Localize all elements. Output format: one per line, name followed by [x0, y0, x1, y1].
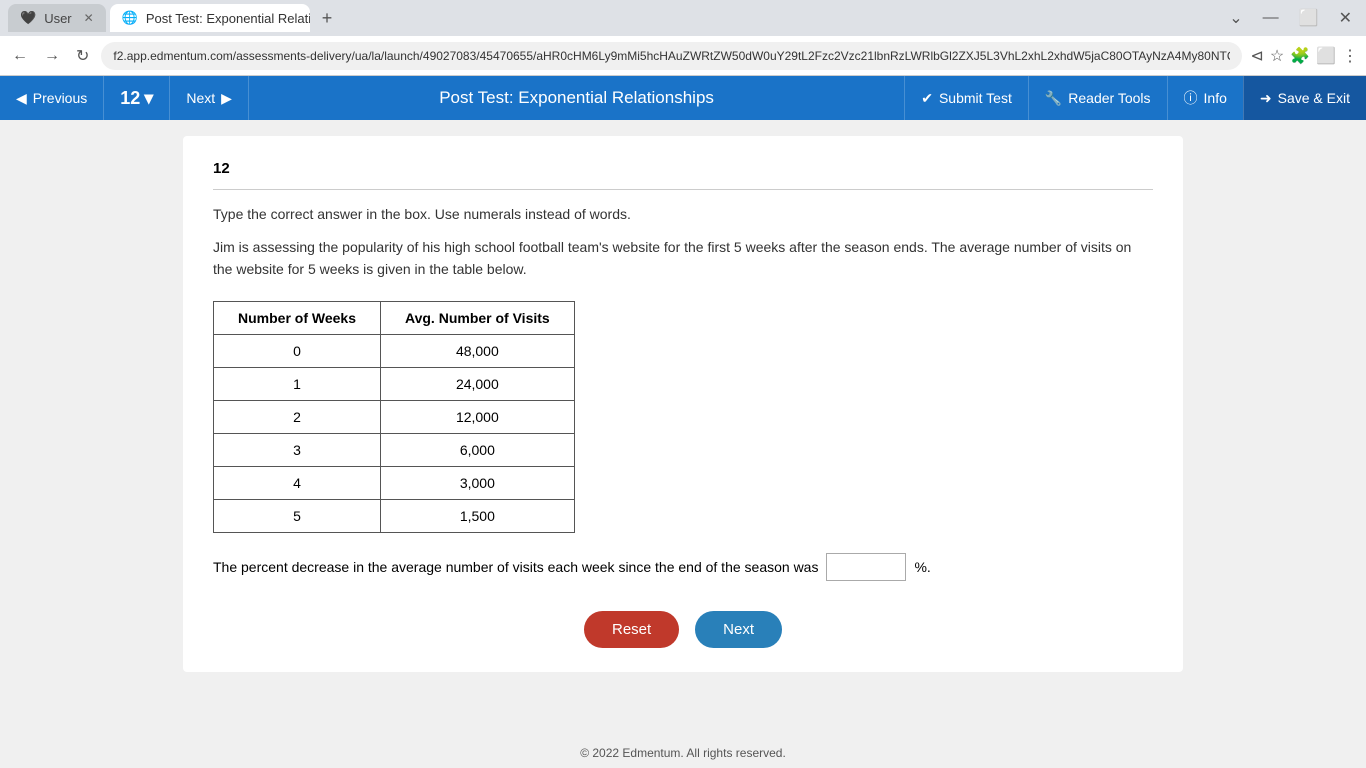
button-row: Reset Next: [213, 611, 1153, 648]
maximize-button[interactable]: ⬜: [1293, 4, 1325, 32]
minimize-button[interactable]: —: [1257, 4, 1285, 32]
submit-label: Submit Test: [939, 90, 1012, 106]
save-exit-label: Save & Exit: [1278, 90, 1350, 106]
user-icon: 🖤: [20, 10, 36, 26]
question-text: Jim is assessing the popularity of his h…: [213, 236, 1153, 281]
visits-cell: 12,000: [381, 400, 575, 433]
chevron-down-icon: ▾: [144, 88, 153, 109]
user-tab[interactable]: 🖤 User ✕: [8, 4, 106, 32]
forward-button[interactable]: →: [40, 43, 64, 69]
page-footer: © 2022 Edmentum. All rights reserved.: [0, 738, 1366, 768]
new-tab-button[interactable]: +: [314, 8, 341, 29]
answer-input[interactable]: [826, 553, 906, 581]
test-tab[interactable]: 🌐 Post Test: Exponential Relations ✕: [110, 4, 310, 32]
header-actions: ✔ Submit Test 🔧 Reader Tools ⓘ Info ➜ Sa…: [904, 76, 1366, 120]
reload-button[interactable]: ↻: [72, 42, 93, 70]
page-content: 12 Type the correct answer in the box. U…: [0, 120, 1366, 738]
answer-suffix-text: %.: [914, 559, 930, 575]
visits-cell: 24,000: [381, 367, 575, 400]
col1-header: Number of Weeks: [214, 301, 381, 334]
tab-list-button[interactable]: ⌄: [1223, 4, 1248, 32]
address-bar-row: ← → ↻ ⊲ ☆ 🧩 ⬜ ⋮: [0, 36, 1366, 76]
weeks-cell: 1: [214, 367, 381, 400]
footer-text: © 2022 Edmentum. All rights reserved.: [580, 746, 786, 760]
col2-header: Avg. Number of Visits: [381, 301, 575, 334]
next-button-header[interactable]: Next ▶: [170, 76, 249, 120]
reader-tools-button[interactable]: 🔧 Reader Tools: [1028, 76, 1167, 120]
tab-bar: 🖤 User ✕ 🌐 Post Test: Exponential Relati…: [0, 0, 1366, 36]
info-button[interactable]: ⓘ Info: [1167, 76, 1243, 120]
app-header: ◀ Previous 12 ▾ Next ▶ Post Test: Expone…: [0, 76, 1366, 120]
test-tab-label: Post Test: Exponential Relations: [146, 11, 310, 26]
answer-prefix-text: The percent decrease in the average numb…: [213, 559, 818, 575]
address-bar-icons: ⊲ ☆ 🧩 ⬜ ⋮: [1250, 46, 1358, 66]
weeks-cell: 2: [214, 400, 381, 433]
profile-button[interactable]: ⬜: [1316, 46, 1336, 66]
back-button[interactable]: ←: [8, 43, 32, 69]
table-row: 43,000: [214, 466, 575, 499]
visits-cell: 48,000: [381, 334, 575, 367]
next-button[interactable]: Next: [695, 611, 782, 648]
check-circle-icon: ✔: [921, 90, 933, 107]
share-button[interactable]: ⊲: [1250, 46, 1263, 66]
table-row: 36,000: [214, 433, 575, 466]
weeks-cell: 4: [214, 466, 381, 499]
visits-cell: 6,000: [381, 433, 575, 466]
extensions-button[interactable]: 🧩: [1290, 46, 1310, 66]
answer-row: The percent decrease in the average numb…: [213, 553, 1153, 581]
save-icon: ➜: [1260, 90, 1272, 107]
header-title: Post Test: Exponential Relationships: [249, 88, 904, 108]
info-label: Info: [1204, 90, 1227, 106]
submit-test-button[interactable]: ✔ Submit Test: [904, 76, 1028, 120]
close-button[interactable]: ✕: [1333, 4, 1358, 32]
visits-cell: 3,000: [381, 466, 575, 499]
weeks-cell: 5: [214, 499, 381, 532]
previous-label: Previous: [33, 90, 87, 106]
address-input[interactable]: [101, 42, 1242, 70]
reset-button[interactable]: Reset: [584, 611, 679, 648]
question-instructions: Type the correct answer in the box. Use …: [213, 206, 1153, 222]
bookmark-button[interactable]: ☆: [1270, 46, 1284, 66]
wrench-icon: 🔧: [1045, 90, 1062, 107]
question-num-display: 12: [120, 88, 140, 109]
table-row: 048,000: [214, 334, 575, 367]
user-tab-label: User: [44, 11, 71, 26]
next-label-header: Next: [186, 90, 215, 106]
window-controls: ⌄ — ⬜ ✕: [1223, 4, 1358, 32]
globe-icon: 🌐: [122, 10, 138, 26]
info-icon: ⓘ: [1184, 88, 1198, 108]
arrow-right-icon: ▶: [221, 90, 232, 107]
arrow-left-icon: ◀: [16, 90, 27, 107]
table-row: 212,000: [214, 400, 575, 433]
previous-button[interactable]: ◀ Previous: [0, 76, 104, 120]
table-row: 51,500: [214, 499, 575, 532]
table-row: 124,000: [214, 367, 575, 400]
more-button[interactable]: ⋮: [1342, 46, 1358, 66]
visits-cell: 1,500: [381, 499, 575, 532]
weeks-cell: 0: [214, 334, 381, 367]
question-number-selector[interactable]: 12 ▾: [104, 76, 170, 120]
visits-table: Number of Weeks Avg. Number of Visits 04…: [213, 301, 575, 533]
save-exit-button[interactable]: ➜ Save & Exit: [1243, 76, 1366, 120]
question-card: 12 Type the correct answer in the box. U…: [183, 136, 1183, 672]
question-number: 12: [213, 160, 1153, 190]
weeks-cell: 3: [214, 433, 381, 466]
user-tab-close[interactable]: ✕: [84, 11, 94, 25]
reader-tools-label: Reader Tools: [1068, 90, 1150, 106]
